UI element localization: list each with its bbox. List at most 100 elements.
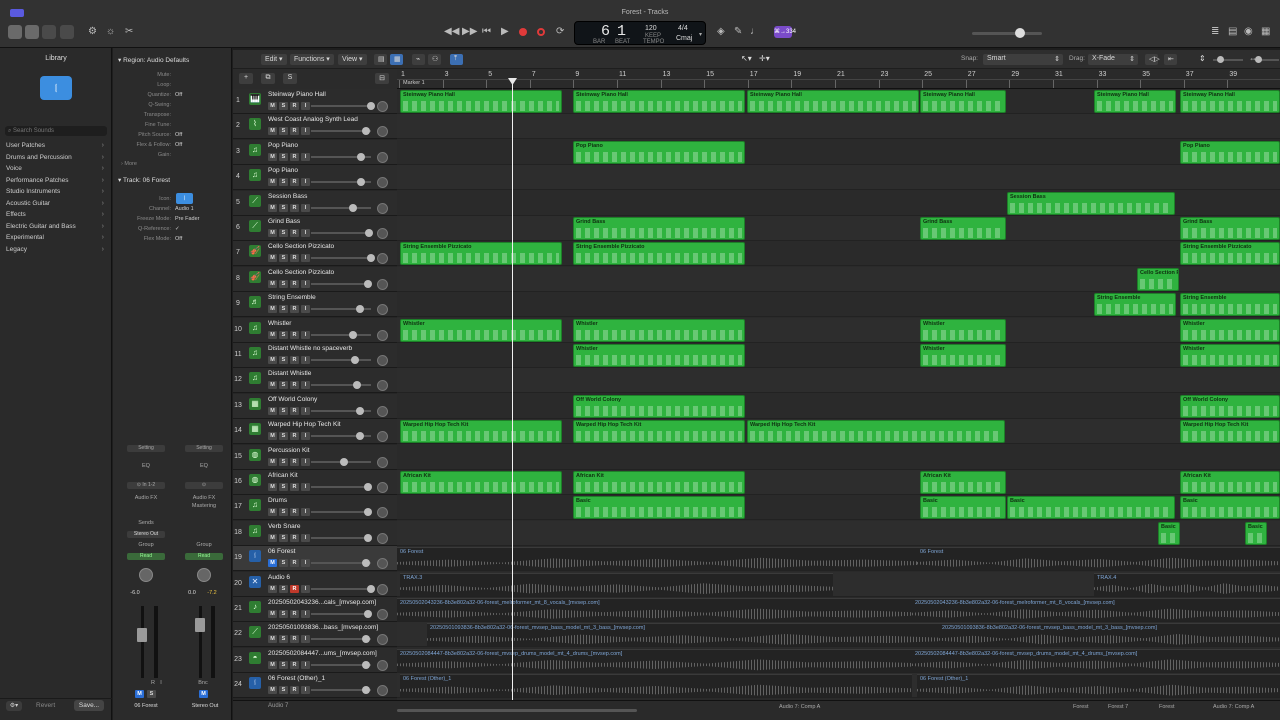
track-lane[interactable] bbox=[397, 368, 1280, 394]
solo-button[interactable]: S bbox=[279, 203, 288, 212]
record-enable-button[interactable]: R bbox=[290, 152, 299, 161]
fast-forward-button[interactable]: ▶▶ bbox=[462, 26, 477, 37]
input-monitor-button[interactable]: I bbox=[301, 102, 310, 110]
record-enable-button[interactable]: R bbox=[290, 508, 299, 517]
track-lane[interactable] bbox=[397, 216, 1280, 241]
input-monitor-button[interactable]: I bbox=[301, 686, 310, 695]
audio-region[interactable]: 20250501093836-8b3e802a32-06-forest_mvse… bbox=[427, 623, 939, 647]
track-volume-slider[interactable] bbox=[311, 102, 375, 110]
automation-button[interactable]: ⌁ bbox=[412, 54, 425, 65]
track-volume-slider[interactable] bbox=[311, 330, 371, 339]
track-volume-knob[interactable] bbox=[357, 152, 366, 161]
inspector-param-value[interactable]: Off bbox=[175, 92, 182, 98]
mute-button[interactable]: M bbox=[268, 432, 277, 441]
volume-fader-2[interactable] bbox=[195, 618, 205, 632]
track-name[interactable]: Warped Hip Hop Tech Kit bbox=[268, 421, 394, 428]
track-name[interactable]: Steinway Piano Hall bbox=[268, 91, 394, 98]
track-volume-slider[interactable] bbox=[311, 254, 375, 263]
bar-ruler[interactable]: Marker 1 1 3 5 7 9 11 13 15 17 19 21 23 25 27 29 31 33 35… bbox=[397, 69, 1280, 89]
input-monitor-button[interactable]: I bbox=[301, 305, 310, 314]
record-enable-button[interactable]: R bbox=[290, 127, 299, 136]
input-monitor-button-1[interactable]: I bbox=[157, 680, 165, 686]
record-enable-button[interactable]: R bbox=[290, 559, 299, 568]
track-instrument-icon[interactable]: ♪ bbox=[249, 601, 261, 613]
track-instrument-icon[interactable]: ♫ bbox=[249, 524, 261, 537]
tuner-icon[interactable]: ◈ bbox=[717, 26, 725, 37]
track-name[interactable]: Off World Colony bbox=[268, 396, 394, 403]
track-header[interactable]: 21 ♪ 20250502043236...cals_[mvsep.com] M S R I bbox=[233, 597, 397, 622]
edit-menu[interactable]: Edit ▾ bbox=[261, 54, 287, 65]
track-lane[interactable] bbox=[397, 445, 1280, 470]
track-volume-knob[interactable] bbox=[367, 584, 375, 593]
track-header[interactable]: 16 ◍ African Kit M S R I bbox=[233, 470, 397, 495]
library-toggle-button[interactable] bbox=[8, 25, 22, 39]
midi-region[interactable]: Warped Hip Hop Tech Kit bbox=[400, 420, 562, 444]
track-volume-knob[interactable] bbox=[365, 229, 374, 237]
mute-button[interactable]: M bbox=[268, 660, 277, 669]
solo-button[interactable]: S bbox=[279, 559, 288, 568]
library-category-item[interactable]: Experimental › bbox=[6, 234, 104, 241]
midi-region[interactable]: Basic bbox=[1158, 521, 1180, 545]
solo-button[interactable]: S bbox=[279, 508, 288, 517]
track-volume-knob[interactable] bbox=[367, 102, 375, 110]
library-category-item[interactable]: Drums and Percussion › bbox=[6, 154, 104, 161]
mute-button[interactable]: M bbox=[268, 533, 277, 542]
solo-button[interactable]: S bbox=[279, 229, 288, 237]
record-button-1[interactable]: R bbox=[149, 680, 157, 686]
mute-button[interactable]: M bbox=[268, 330, 277, 339]
waveform-zoom-button[interactable]: ◁▷ bbox=[1145, 54, 1160, 65]
input-monitor-button[interactable]: I bbox=[301, 457, 310, 466]
track-pan-knob[interactable] bbox=[377, 456, 388, 468]
track-lane[interactable] bbox=[397, 394, 1280, 419]
track-instrument-icon[interactable]: ⟋ bbox=[249, 626, 261, 639]
input-monitor-button[interactable]: I bbox=[301, 203, 310, 212]
marker-label[interactable]: Marker 1 bbox=[403, 80, 425, 86]
track-name[interactable]: Pop Piano bbox=[268, 142, 394, 149]
track-name[interactable]: Audio 6 bbox=[268, 574, 394, 581]
track-lane[interactable] bbox=[397, 114, 1280, 140]
track-pan-knob[interactable] bbox=[377, 151, 388, 163]
track-name[interactable]: 20250502084447...ums_[mvsep.com] bbox=[268, 650, 394, 657]
track-volume-slider[interactable] bbox=[311, 584, 375, 593]
track-name[interactable]: Percussion Kit bbox=[268, 447, 394, 454]
midi-region[interactable]: Basic bbox=[1180, 496, 1280, 520]
track-name[interactable]: 20250501093836...bass_[mvsep.com] bbox=[268, 624, 394, 631]
go-to-start-button[interactable]: ⏮ bbox=[482, 26, 491, 37]
track-pan-knob[interactable] bbox=[377, 634, 388, 646]
track-volume-slider[interactable] bbox=[311, 533, 372, 542]
eq-button-1[interactable]: EQ bbox=[127, 463, 165, 469]
track-header[interactable]: 17 ♫ Drums M S R I bbox=[233, 495, 397, 521]
setting-button-1[interactable]: Setting bbox=[127, 445, 165, 452]
mute-button[interactable]: M bbox=[268, 406, 277, 415]
track-header[interactable]: 19 ⧙ 06 Forest M S R I bbox=[233, 546, 397, 572]
midi-region[interactable]: Whistler bbox=[1180, 344, 1280, 367]
mute-button[interactable]: M bbox=[268, 356, 277, 364]
track-volume-slider[interactable] bbox=[311, 203, 371, 212]
snap-select[interactable]: Smart ⇕ bbox=[983, 54, 1063, 65]
midi-region[interactable]: Warped Hip Hop Tech Kit bbox=[747, 420, 1005, 444]
solo-button[interactable]: S bbox=[279, 279, 288, 288]
track-name[interactable]: 06 Forest (Other)_1 bbox=[268, 675, 394, 682]
track-pan-knob[interactable] bbox=[377, 228, 388, 239]
vertical-zoom-slider[interactable] bbox=[1213, 56, 1243, 63]
midi-region[interactable]: Session Bass bbox=[1007, 191, 1175, 215]
track-volume-knob[interactable] bbox=[362, 686, 371, 695]
record-enable-button[interactable]: R bbox=[290, 305, 299, 314]
mute-button[interactable]: M bbox=[268, 686, 277, 695]
midi-region[interactable]: Whistler bbox=[573, 344, 745, 367]
mute-button[interactable]: M bbox=[268, 483, 277, 491]
bounce-button-2[interactable]: Bnc bbox=[193, 680, 213, 686]
track-pan-knob[interactable] bbox=[377, 482, 388, 493]
track-pan-knob[interactable] bbox=[377, 532, 388, 544]
inspector-toggle-button[interactable] bbox=[25, 25, 39, 39]
arrange-area[interactable]: Steinway Piano Hall Steinway Piano Hall St… bbox=[397, 89, 1280, 709]
midi-region[interactable]: Cello Section P bbox=[1137, 267, 1179, 291]
mute-button[interactable]: M bbox=[268, 279, 277, 288]
mute-button[interactable]: M bbox=[268, 229, 277, 237]
status-region-1[interactable]: Forest bbox=[1073, 704, 1089, 710]
solo-button[interactable]: S bbox=[279, 635, 288, 644]
record-enable-button[interactable]: R bbox=[290, 457, 299, 466]
output-button-1[interactable]: Stereo Out bbox=[127, 531, 165, 538]
midi-region[interactable]: Steinway Piano Hall bbox=[1094, 90, 1176, 113]
track-volume-knob[interactable] bbox=[349, 203, 358, 212]
